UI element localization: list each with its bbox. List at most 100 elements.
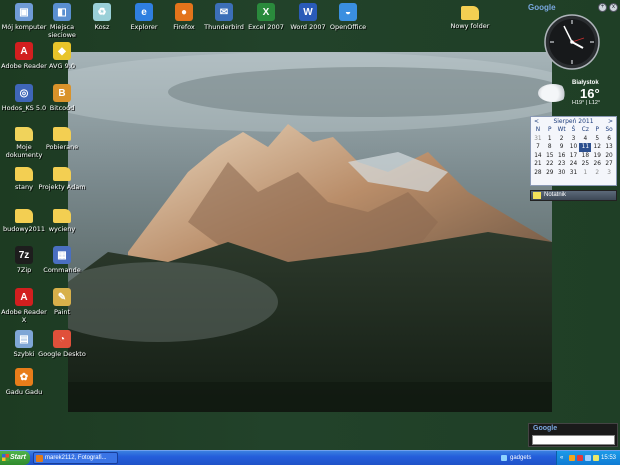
calendar-day[interactable]: 9 xyxy=(556,143,568,152)
google-gadget-title: Google xyxy=(528,3,556,12)
calendar-day[interactable]: 15 xyxy=(544,152,556,161)
calendar-day[interactable]: 29 xyxy=(544,169,556,178)
word-icon: W xyxy=(299,3,317,21)
calendar-day[interactable]: 14 xyxy=(532,152,544,161)
calendar-day[interactable]: 21 xyxy=(532,160,544,169)
tray-clock[interactable]: 15:53 xyxy=(601,451,616,465)
calendar-day-today[interactable]: 11 xyxy=(579,143,592,152)
clock-gadget[interactable] xyxy=(544,14,600,70)
weather-gadget[interactable]: Białystok 16° H19° | L12° xyxy=(536,78,614,108)
calendar-day[interactable]: 10 xyxy=(568,143,580,152)
app-window-icon: ▤ xyxy=(15,330,33,348)
desktop-icon[interactable]: ✉ Thunderbird xyxy=(200,3,248,31)
desktop-icon-label: Projekty Adam xyxy=(38,183,86,191)
analog-clock-icon xyxy=(544,14,600,70)
desktop-icon-label: wycieny xyxy=(48,225,76,233)
notes-gadget[interactable]: Notatnik xyxy=(530,190,617,201)
calendar-day[interactable]: 12 xyxy=(591,143,603,152)
desktop-icon-label: Gadu Gadu xyxy=(5,388,43,396)
excel-icon: X xyxy=(257,3,275,21)
desktop-icon[interactable]: ◔ Google Deskto xyxy=(38,330,86,358)
tray-app-icon[interactable] xyxy=(569,455,575,461)
taskbar: Start marek2112, Fotografi... gadgets « … xyxy=(0,450,620,465)
folder-icon xyxy=(15,209,33,223)
calendar-day[interactable]: 2 xyxy=(556,135,568,144)
calendar-day[interactable]: 25 xyxy=(579,160,591,169)
calendar-day[interactable]: 1 xyxy=(579,169,591,178)
calendar-day[interactable]: 24 xyxy=(568,160,580,169)
calendar-day[interactable]: 4 xyxy=(579,135,591,144)
calendar-next-button[interactable]: > xyxy=(608,118,613,125)
calendar-day[interactable]: 28 xyxy=(532,169,544,178)
calendar-prev-button[interactable]: < xyxy=(534,118,539,125)
calendar-day[interactable]: 1 xyxy=(544,135,556,144)
internet-explorer-icon: e xyxy=(135,3,153,21)
openoffice-icon: ◒ xyxy=(339,3,357,21)
google-search-gadget: Google xyxy=(528,423,618,447)
desktop-icon[interactable]: B Bitcoód xyxy=(38,84,86,112)
cloud-icon xyxy=(538,84,568,102)
desktop-icon[interactable]: ♻ Kosz xyxy=(78,3,126,31)
calendar-grid: N P Wt Ś Cz P So 31 1 2 3 4 5 6 7 8 9 10 11 12 13 14 15 16 17 18 1… xyxy=(531,126,616,178)
adobe-reader-icon: A xyxy=(15,288,33,306)
calendar-day[interactable]: 7 xyxy=(532,143,544,152)
calendar-day[interactable]: 5 xyxy=(591,135,603,144)
calendar-gadget[interactable]: < Sierpeń 2011 > N P Wt Ś Cz P So 31 1 2 3 4 5 6 7 8 9 10… xyxy=(530,116,617,186)
firefox-icon: ● xyxy=(175,3,193,21)
taskbar-window-button[interactable]: marek2112, Fotografi... xyxy=(33,452,118,464)
calendar-day[interactable]: 3 xyxy=(603,169,615,178)
desktop-icon-label: Thunderbird xyxy=(204,23,244,31)
calendar-day-header: Wt xyxy=(557,127,566,133)
gadu-gadu-icon: ✿ xyxy=(15,368,33,386)
desktop-icon-label: Excel 2007 xyxy=(248,23,284,31)
desktop-icon[interactable]: ✿ Gadu Gadu xyxy=(0,368,48,396)
calendar-day[interactable]: 30 xyxy=(556,169,568,178)
folder-icon xyxy=(53,209,71,223)
calendar-day[interactable]: 31 xyxy=(532,135,544,144)
mountain-photo xyxy=(68,52,552,412)
folder-icon xyxy=(15,167,33,181)
calendar-day[interactable]: 27 xyxy=(603,160,615,169)
desktop-icon[interactable]: X Excel 2007 xyxy=(242,3,290,31)
calendar-day[interactable]: 13 xyxy=(603,143,615,152)
desktop-icon[interactable]: ◒ OpenOffice xyxy=(324,3,372,31)
calendar-day[interactable]: 16 xyxy=(556,152,568,161)
calendar-day[interactable]: 26 xyxy=(591,160,603,169)
tray-volume-icon[interactable] xyxy=(593,455,599,461)
calendar-day[interactable]: 17 xyxy=(568,152,580,161)
desktop-icon[interactable]: ◆ AVG 9.0 xyxy=(38,42,86,70)
calendar-day-header: P xyxy=(595,127,599,133)
calendar-day[interactable]: 31 xyxy=(568,169,580,178)
calendar-header: < Sierpeń 2011 > xyxy=(531,117,616,126)
desktop-icon[interactable]: ▦ Commande xyxy=(38,246,86,274)
desktop-icon-label: OpenOffice xyxy=(329,23,367,31)
calendar-day[interactable]: 23 xyxy=(556,160,568,169)
bitcomet-icon: B xyxy=(53,84,71,102)
tray-expand-icon[interactable]: « xyxy=(560,451,563,465)
google-desktop-icon: ◔ xyxy=(53,330,71,348)
google-search-input[interactable] xyxy=(532,435,615,445)
calendar-day[interactable]: 6 xyxy=(603,135,615,144)
desktop-icon[interactable]: Pobierane xyxy=(38,124,86,151)
desktop-icon[interactable]: Projekty Adam xyxy=(38,164,86,191)
calendar-day[interactable]: 2 xyxy=(591,169,603,178)
desktop-icon[interactable]: Nowy folder xyxy=(446,3,494,30)
calendar-day[interactable]: 19 xyxy=(591,152,603,161)
desktop-icon-label: Bitcoód xyxy=(49,104,75,112)
start-button[interactable]: Start xyxy=(0,451,30,465)
gadget-add-icon[interactable]: + xyxy=(598,3,607,12)
calendar-day[interactable]: 3 xyxy=(568,135,580,144)
tray-antivirus-icon[interactable] xyxy=(577,455,583,461)
desktop-icon-label: Pobierane xyxy=(45,143,79,151)
calendar-day[interactable]: 18 xyxy=(579,152,591,161)
calendar-day[interactable]: 8 xyxy=(544,143,556,152)
desktop-icon[interactable]: ✎ Paint xyxy=(38,288,86,316)
desktop-icon-label: Kosz xyxy=(94,23,110,31)
calendar-day[interactable]: 22 xyxy=(544,160,556,169)
desktop-icon[interactable]: wycieny xyxy=(38,206,86,233)
taskbar-gadgets-button[interactable]: gadgets xyxy=(500,452,540,464)
tray-network-icon[interactable] xyxy=(585,455,591,461)
gadget-close-icon[interactable]: x xyxy=(609,3,618,12)
calendar-day-header: So xyxy=(605,127,613,133)
calendar-day[interactable]: 20 xyxy=(603,152,615,161)
